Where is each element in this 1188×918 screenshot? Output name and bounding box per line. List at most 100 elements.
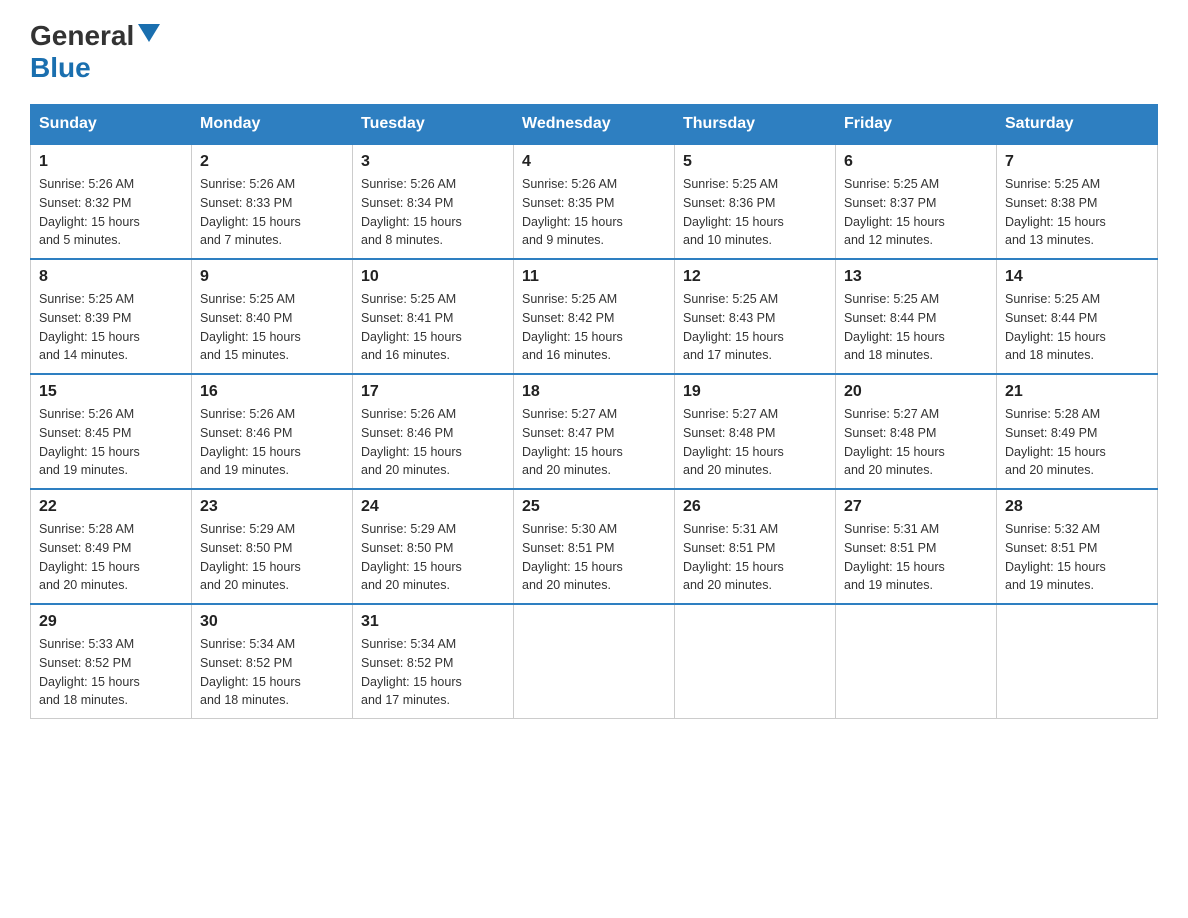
calendar-header-wednesday: Wednesday — [514, 105, 675, 145]
calendar-day-cell: 27 Sunrise: 5:31 AM Sunset: 8:51 PM Dayl… — [836, 489, 997, 604]
day-number: 24 — [361, 498, 505, 516]
calendar-header-saturday: Saturday — [997, 105, 1158, 145]
day-info: Sunrise: 5:27 AM Sunset: 8:47 PM Dayligh… — [522, 405, 666, 480]
day-info: Sunrise: 5:34 AM Sunset: 8:52 PM Dayligh… — [200, 635, 344, 710]
logo-triangle-icon — [138, 24, 160, 46]
calendar-day-cell: 20 Sunrise: 5:27 AM Sunset: 8:48 PM Dayl… — [836, 374, 997, 489]
calendar-day-cell: 5 Sunrise: 5:25 AM Sunset: 8:36 PM Dayli… — [675, 144, 836, 259]
logo: General Blue — [30, 20, 160, 84]
day-number: 8 — [39, 268, 183, 286]
calendar-header-sunday: Sunday — [31, 105, 192, 145]
day-number: 18 — [522, 383, 666, 401]
day-number: 30 — [200, 613, 344, 631]
calendar-day-cell: 7 Sunrise: 5:25 AM Sunset: 8:38 PM Dayli… — [997, 144, 1158, 259]
logo-general-text: General — [30, 20, 134, 52]
calendar-week-2: 8 Sunrise: 5:25 AM Sunset: 8:39 PM Dayli… — [31, 259, 1158, 374]
calendar-day-cell: 11 Sunrise: 5:25 AM Sunset: 8:42 PM Dayl… — [514, 259, 675, 374]
calendar-day-cell: 4 Sunrise: 5:26 AM Sunset: 8:35 PM Dayli… — [514, 144, 675, 259]
calendar-week-3: 15 Sunrise: 5:26 AM Sunset: 8:45 PM Dayl… — [31, 374, 1158, 489]
calendar-day-cell — [997, 604, 1158, 719]
day-number: 23 — [200, 498, 344, 516]
calendar-day-cell: 31 Sunrise: 5:34 AM Sunset: 8:52 PM Dayl… — [353, 604, 514, 719]
calendar-day-cell: 2 Sunrise: 5:26 AM Sunset: 8:33 PM Dayli… — [192, 144, 353, 259]
day-info: Sunrise: 5:25 AM Sunset: 8:38 PM Dayligh… — [1005, 175, 1149, 250]
calendar-day-cell: 16 Sunrise: 5:26 AM Sunset: 8:46 PM Dayl… — [192, 374, 353, 489]
day-info: Sunrise: 5:25 AM Sunset: 8:37 PM Dayligh… — [844, 175, 988, 250]
day-number: 20 — [844, 383, 988, 401]
calendar-day-cell: 29 Sunrise: 5:33 AM Sunset: 8:52 PM Dayl… — [31, 604, 192, 719]
day-info: Sunrise: 5:25 AM Sunset: 8:36 PM Dayligh… — [683, 175, 827, 250]
day-info: Sunrise: 5:28 AM Sunset: 8:49 PM Dayligh… — [39, 520, 183, 595]
calendar-day-cell: 21 Sunrise: 5:28 AM Sunset: 8:49 PM Dayl… — [997, 374, 1158, 489]
day-info: Sunrise: 5:26 AM Sunset: 8:33 PM Dayligh… — [200, 175, 344, 250]
day-info: Sunrise: 5:25 AM Sunset: 8:44 PM Dayligh… — [844, 290, 988, 365]
day-info: Sunrise: 5:34 AM Sunset: 8:52 PM Dayligh… — [361, 635, 505, 710]
day-info: Sunrise: 5:26 AM Sunset: 8:35 PM Dayligh… — [522, 175, 666, 250]
calendar-week-4: 22 Sunrise: 5:28 AM Sunset: 8:49 PM Dayl… — [31, 489, 1158, 604]
day-number: 4 — [522, 153, 666, 171]
calendar-day-cell: 12 Sunrise: 5:25 AM Sunset: 8:43 PM Dayl… — [675, 259, 836, 374]
day-info: Sunrise: 5:25 AM Sunset: 8:39 PM Dayligh… — [39, 290, 183, 365]
calendar-day-cell: 15 Sunrise: 5:26 AM Sunset: 8:45 PM Dayl… — [31, 374, 192, 489]
day-number: 7 — [1005, 153, 1149, 171]
day-number: 28 — [1005, 498, 1149, 516]
calendar-header-monday: Monday — [192, 105, 353, 145]
logo-blue-text: Blue — [30, 52, 91, 84]
calendar-day-cell: 23 Sunrise: 5:29 AM Sunset: 8:50 PM Dayl… — [192, 489, 353, 604]
calendar-day-cell: 13 Sunrise: 5:25 AM Sunset: 8:44 PM Dayl… — [836, 259, 997, 374]
calendar-day-cell: 1 Sunrise: 5:26 AM Sunset: 8:32 PM Dayli… — [31, 144, 192, 259]
day-number: 11 — [522, 268, 666, 286]
calendar-day-cell: 25 Sunrise: 5:30 AM Sunset: 8:51 PM Dayl… — [514, 489, 675, 604]
day-number: 26 — [683, 498, 827, 516]
calendar-day-cell — [836, 604, 997, 719]
calendar-day-cell: 30 Sunrise: 5:34 AM Sunset: 8:52 PM Dayl… — [192, 604, 353, 719]
day-number: 19 — [683, 383, 827, 401]
day-info: Sunrise: 5:27 AM Sunset: 8:48 PM Dayligh… — [683, 405, 827, 480]
day-info: Sunrise: 5:30 AM Sunset: 8:51 PM Dayligh… — [522, 520, 666, 595]
day-number: 29 — [39, 613, 183, 631]
day-info: Sunrise: 5:26 AM Sunset: 8:46 PM Dayligh… — [361, 405, 505, 480]
day-info: Sunrise: 5:26 AM Sunset: 8:46 PM Dayligh… — [200, 405, 344, 480]
calendar-day-cell: 6 Sunrise: 5:25 AM Sunset: 8:37 PM Dayli… — [836, 144, 997, 259]
day-number: 17 — [361, 383, 505, 401]
calendar-header-thursday: Thursday — [675, 105, 836, 145]
calendar-day-cell: 19 Sunrise: 5:27 AM Sunset: 8:48 PM Dayl… — [675, 374, 836, 489]
calendar-day-cell: 9 Sunrise: 5:25 AM Sunset: 8:40 PM Dayli… — [192, 259, 353, 374]
day-info: Sunrise: 5:26 AM Sunset: 8:32 PM Dayligh… — [39, 175, 183, 250]
calendar-day-cell: 3 Sunrise: 5:26 AM Sunset: 8:34 PM Dayli… — [353, 144, 514, 259]
day-number: 15 — [39, 383, 183, 401]
day-info: Sunrise: 5:29 AM Sunset: 8:50 PM Dayligh… — [361, 520, 505, 595]
calendar-day-cell: 10 Sunrise: 5:25 AM Sunset: 8:41 PM Dayl… — [353, 259, 514, 374]
day-number: 25 — [522, 498, 666, 516]
day-number: 27 — [844, 498, 988, 516]
day-info: Sunrise: 5:31 AM Sunset: 8:51 PM Dayligh… — [683, 520, 827, 595]
day-info: Sunrise: 5:27 AM Sunset: 8:48 PM Dayligh… — [844, 405, 988, 480]
calendar-day-cell: 17 Sunrise: 5:26 AM Sunset: 8:46 PM Dayl… — [353, 374, 514, 489]
day-info: Sunrise: 5:29 AM Sunset: 8:50 PM Dayligh… — [200, 520, 344, 595]
day-info: Sunrise: 5:26 AM Sunset: 8:45 PM Dayligh… — [39, 405, 183, 480]
day-number: 22 — [39, 498, 183, 516]
calendar-day-cell: 8 Sunrise: 5:25 AM Sunset: 8:39 PM Dayli… — [31, 259, 192, 374]
day-info: Sunrise: 5:25 AM Sunset: 8:44 PM Dayligh… — [1005, 290, 1149, 365]
calendar-table: SundayMondayTuesdayWednesdayThursdayFrid… — [30, 104, 1158, 719]
calendar-header-friday: Friday — [836, 105, 997, 145]
calendar-day-cell: 26 Sunrise: 5:31 AM Sunset: 8:51 PM Dayl… — [675, 489, 836, 604]
calendar-day-cell: 28 Sunrise: 5:32 AM Sunset: 8:51 PM Dayl… — [997, 489, 1158, 604]
calendar-header-row: SundayMondayTuesdayWednesdayThursdayFrid… — [31, 105, 1158, 145]
day-number: 14 — [1005, 268, 1149, 286]
day-info: Sunrise: 5:32 AM Sunset: 8:51 PM Dayligh… — [1005, 520, 1149, 595]
page-header: General Blue — [30, 20, 1158, 84]
day-number: 9 — [200, 268, 344, 286]
calendar-week-5: 29 Sunrise: 5:33 AM Sunset: 8:52 PM Dayl… — [31, 604, 1158, 719]
day-info: Sunrise: 5:26 AM Sunset: 8:34 PM Dayligh… — [361, 175, 505, 250]
calendar-day-cell: 18 Sunrise: 5:27 AM Sunset: 8:47 PM Dayl… — [514, 374, 675, 489]
day-info: Sunrise: 5:25 AM Sunset: 8:40 PM Dayligh… — [200, 290, 344, 365]
calendar-day-cell: 24 Sunrise: 5:29 AM Sunset: 8:50 PM Dayl… — [353, 489, 514, 604]
calendar-day-cell — [514, 604, 675, 719]
day-number: 5 — [683, 153, 827, 171]
day-number: 2 — [200, 153, 344, 171]
day-number: 21 — [1005, 383, 1149, 401]
day-number: 6 — [844, 153, 988, 171]
day-number: 13 — [844, 268, 988, 286]
day-number: 10 — [361, 268, 505, 286]
